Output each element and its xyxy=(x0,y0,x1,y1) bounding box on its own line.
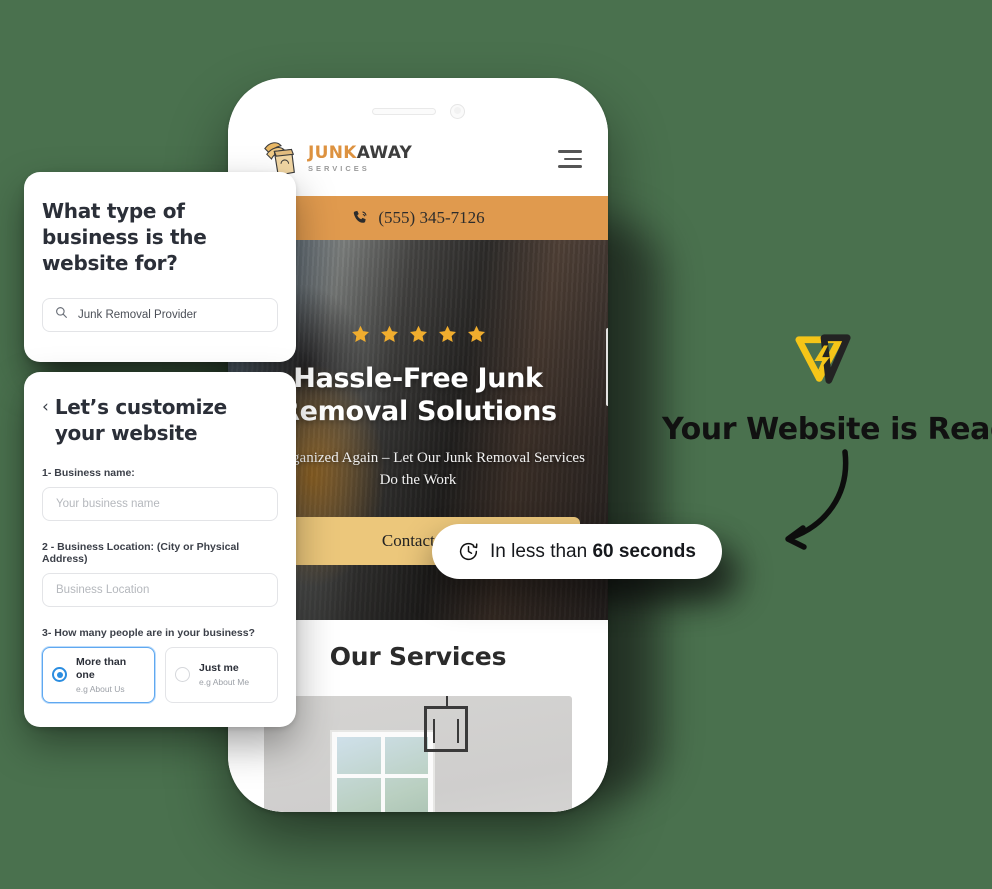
hamburger-line xyxy=(564,157,582,161)
business-location-group: 2 - Business Location: (City or Physical… xyxy=(42,541,278,607)
hero-title: Hassle-Free Junk Removal Solutions xyxy=(279,363,557,427)
phone-ringing-icon xyxy=(351,209,369,227)
service-card-image xyxy=(264,696,572,812)
star-icon xyxy=(437,324,458,345)
business-name-input[interactable] xyxy=(42,486,278,521)
team-size-option-just-me[interactable]: Just me e.g About Me xyxy=(165,646,278,704)
rating-stars xyxy=(244,324,592,345)
logo-name-second: AWAY xyxy=(356,143,413,164)
star-icon xyxy=(408,324,429,345)
phone-camera-icon xyxy=(449,103,465,119)
phone-notch xyxy=(228,100,608,122)
site-logo-text: JUNKAWAY SERVICES xyxy=(308,145,412,173)
business-type-question: What type of business is the website for… xyxy=(42,199,207,275)
hamburger-menu-icon[interactable] xyxy=(554,150,582,168)
window-graphic xyxy=(331,732,434,812)
clock-icon xyxy=(458,541,479,562)
ready-banner-text: Your Website is Ready! xyxy=(662,412,992,447)
business-name-group: 1- Business name: xyxy=(42,467,278,521)
team-size-group: 3- How many people are in your business?… xyxy=(42,626,278,704)
option-text: More than one e.g About Us xyxy=(76,656,145,694)
speed-badge-prefix: In less than xyxy=(490,540,593,562)
logo-tagline: SERVICES xyxy=(308,164,370,174)
ready-banner: Your Website is Ready! 🎉 xyxy=(662,412,992,447)
hero-subtitle: Get Organized Again – Let Our Junk Remov… xyxy=(251,449,585,489)
promo-stage: JUNKAWAY SERVICES (555) 345-7126 Hassle-… xyxy=(0,0,992,889)
speed-badge-strong: 60 seconds xyxy=(592,540,696,562)
option-title: More than one xyxy=(76,655,127,681)
business-location-label: 2 - Business Location: (City or Physical… xyxy=(42,540,240,565)
star-icon xyxy=(466,324,487,345)
business-type-search-field[interactable] xyxy=(42,298,278,332)
business-name-label: 1- Business name: xyxy=(42,466,135,479)
phone-side-button[interactable] xyxy=(606,328,608,406)
site-phone-number: (555) 345-7126 xyxy=(378,208,485,227)
customize-website-card: ‹ Let’s customize your website 1- Busine… xyxy=(24,372,296,728)
hamburger-line xyxy=(558,150,582,153)
customize-card-header: ‹ Let’s customize your website xyxy=(42,394,278,447)
customize-card-title: Let’s customize your website xyxy=(54,395,227,446)
service-card[interactable]: Residential Junk Removal xyxy=(264,696,572,812)
radio-icon xyxy=(175,667,190,683)
lantern-graphic xyxy=(424,696,469,753)
speed-badge-text: In less than 60 seconds xyxy=(490,541,696,563)
business-type-input[interactable] xyxy=(78,309,265,321)
hamburger-line xyxy=(558,165,582,168)
team-size-label: 3- How many people are in your business? xyxy=(42,626,255,639)
business-location-input[interactable] xyxy=(42,572,278,607)
star-icon xyxy=(350,324,371,345)
business-type-card: What type of business is the website for… xyxy=(24,172,296,362)
option-title: Just me xyxy=(199,662,239,675)
option-example: e.g About Us xyxy=(76,684,125,695)
option-text: Just me e.g About Me xyxy=(199,662,249,687)
phone-speaker-icon xyxy=(371,107,436,115)
team-size-options: More than one e.g About Us Just me e.g A… xyxy=(42,646,278,704)
team-size-option-more-than-one[interactable]: More than one e.g About Us xyxy=(42,646,155,704)
radio-icon xyxy=(52,667,67,683)
chevron-left-icon[interactable]: ‹ xyxy=(42,396,49,419)
speed-badge: In less than 60 seconds xyxy=(432,524,722,579)
bolt-triangle-logo-icon xyxy=(795,332,853,390)
logo-name-first: JUNK xyxy=(308,143,357,164)
star-icon xyxy=(379,324,400,345)
search-icon xyxy=(55,306,68,324)
option-example: e.g About Me xyxy=(199,677,250,688)
